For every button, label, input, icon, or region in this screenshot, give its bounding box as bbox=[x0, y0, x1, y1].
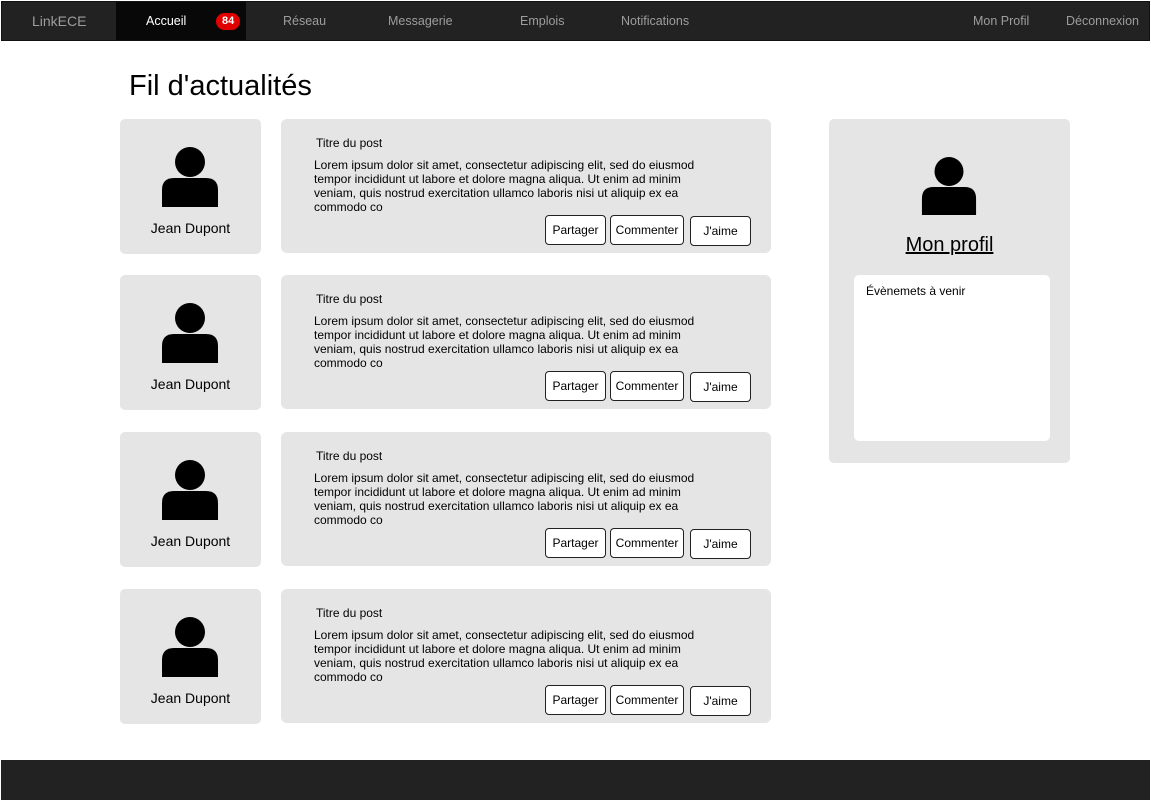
post-title: Titre du post bbox=[316, 292, 383, 306]
author-name: Jean Dupont bbox=[150, 533, 231, 549]
share-button[interactable]: Partager bbox=[545, 685, 606, 715]
user-silhouette-icon bbox=[162, 303, 218, 363]
nav-item-mon-profil[interactable]: Mon Profil bbox=[973, 2, 1029, 40]
share-button[interactable]: Partager bbox=[545, 215, 606, 245]
footer bbox=[1, 760, 1150, 800]
post-body: Lorem ipsum dolor sit amet, consectetur … bbox=[314, 158, 695, 214]
events-title: Évènemets à venir bbox=[866, 284, 966, 298]
nav-item-deconnexion[interactable]: Déconnexion bbox=[1066, 2, 1139, 40]
share-button[interactable]: Partager bbox=[545, 528, 606, 558]
nav-item-label: Accueil bbox=[146, 14, 187, 28]
like-button[interactable]: J'aime bbox=[690, 372, 751, 402]
comment-button[interactable]: Commenter bbox=[610, 528, 684, 558]
author-card: Jean Dupont bbox=[120, 432, 261, 567]
author-name: Jean Dupont bbox=[150, 376, 231, 392]
post-body: Lorem ipsum dolor sit amet, consectetur … bbox=[314, 471, 695, 527]
user-silhouette-icon bbox=[162, 617, 218, 677]
notification-count-badge: 84 bbox=[216, 13, 241, 30]
post-title: Titre du post bbox=[316, 136, 383, 150]
brand-logo[interactable]: LinkECE bbox=[32, 2, 86, 40]
comment-button[interactable]: Commenter bbox=[610, 685, 684, 715]
nav-item-accueil[interactable]: Accueil 84 bbox=[116, 2, 246, 40]
my-profile-link[interactable]: Mon profil bbox=[829, 234, 1070, 257]
post-title: Titre du post bbox=[316, 606, 383, 620]
post-card: Titre du post Lorem ipsum dolor sit amet… bbox=[281, 432, 771, 566]
share-button[interactable]: Partager bbox=[545, 371, 606, 401]
author-card: Jean Dupont bbox=[120, 119, 261, 254]
post-body: Lorem ipsum dolor sit amet, consectetur … bbox=[314, 628, 695, 684]
post-title: Titre du post bbox=[316, 449, 383, 463]
comment-button[interactable]: Commenter bbox=[610, 215, 684, 245]
nav-item-messagerie[interactable]: Messagerie bbox=[388, 2, 453, 40]
upcoming-events-box: Évènemets à venir bbox=[854, 275, 1050, 441]
user-silhouette-icon bbox=[921, 157, 977, 215]
like-button[interactable]: J'aime bbox=[690, 529, 751, 559]
post-card: Titre du post Lorem ipsum dolor sit amet… bbox=[281, 119, 771, 253]
profile-panel: Mon profil Évènemets à venir bbox=[829, 119, 1070, 463]
post-body: Lorem ipsum dolor sit amet, consectetur … bbox=[314, 314, 695, 370]
author-name: Jean Dupont bbox=[150, 690, 231, 706]
nav-item-emplois[interactable]: Emplois bbox=[520, 2, 564, 40]
user-silhouette-icon bbox=[162, 147, 218, 207]
nav-item-notifications[interactable]: Notifications bbox=[621, 2, 689, 40]
top-navbar: LinkECE Accueil 84 Réseau Messagerie Emp… bbox=[1, 1, 1150, 41]
post-card: Titre du post Lorem ipsum dolor sit amet… bbox=[281, 275, 771, 409]
author-name: Jean Dupont bbox=[150, 220, 231, 236]
comment-button[interactable]: Commenter bbox=[610, 371, 684, 401]
page-title: Fil d'actualités bbox=[129, 70, 312, 102]
like-button[interactable]: J'aime bbox=[690, 686, 751, 716]
nav-item-reseau[interactable]: Réseau bbox=[283, 2, 326, 40]
post-card: Titre du post Lorem ipsum dolor sit amet… bbox=[281, 589, 771, 723]
author-card: Jean Dupont bbox=[120, 589, 261, 724]
author-card: Jean Dupont bbox=[120, 275, 261, 410]
like-button[interactable]: J'aime bbox=[690, 216, 751, 246]
user-silhouette-icon bbox=[162, 460, 218, 520]
